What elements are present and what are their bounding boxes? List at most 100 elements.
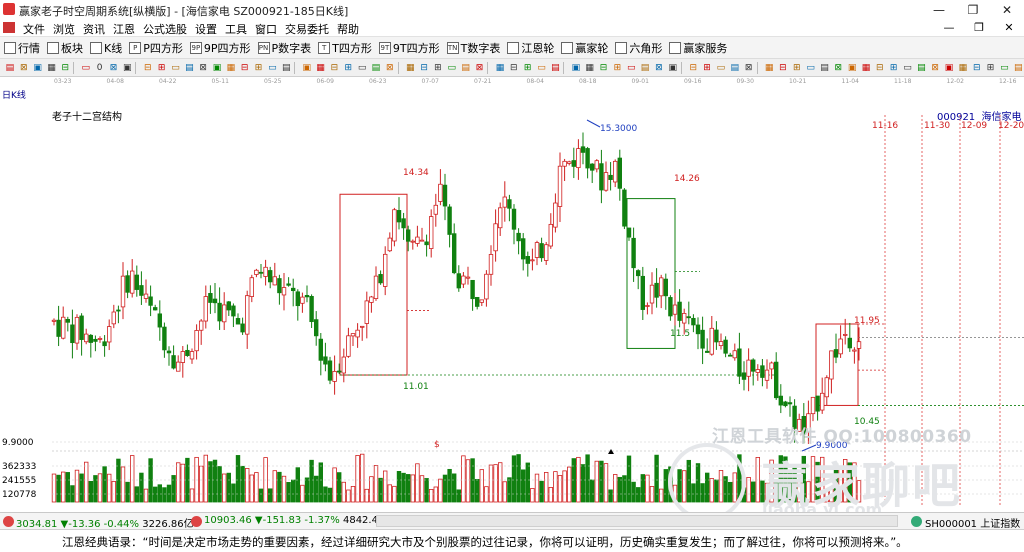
minimize-button[interactable]: — xyxy=(922,0,956,19)
draw-tool-layout-icon-49[interactable]: ▤ xyxy=(639,61,651,74)
draw-tool-ray-icon-60[interactable]: ⊟ xyxy=(777,61,789,74)
horizontal-scrollbar[interactable] xyxy=(376,515,898,527)
menu-item-8[interactable]: 交易委托 xyxy=(281,21,333,37)
draw-tool-rect-icon-6[interactable]: ▭ xyxy=(80,61,92,74)
draw-tool-channel-icon-54[interactable]: ⊞ xyxy=(701,61,713,74)
toolbar-button-11[interactable]: 六角形 xyxy=(615,40,662,56)
menu-item-0[interactable]: 文件 xyxy=(19,21,49,37)
toolbar-button-3[interactable]: P P四方形 xyxy=(129,40,183,56)
draw-tool-cursor-icon-51[interactable]: ▣ xyxy=(667,61,679,74)
draw-tool-channel-icon-40[interactable]: ⊞ xyxy=(522,61,534,74)
toolbar-button-1[interactable]: 板块 xyxy=(47,40,83,56)
draw-tool-channel-icon-19[interactable]: ⊞ xyxy=(253,61,265,74)
menu-item-7[interactable]: 窗口 xyxy=(251,21,281,37)
draw-tool-line-icon-38[interactable]: ▦ xyxy=(494,61,506,74)
draw-tool-channel-icon-47[interactable]: ⊞ xyxy=(611,61,623,74)
draw-tool-ray-icon-4[interactable]: ⊟ xyxy=(59,61,71,74)
toolbar-button-12[interactable]: 赢家服务 xyxy=(669,40,727,56)
draw-tool-layout-icon-77[interactable]: ▤ xyxy=(1012,61,1024,74)
draw-tool-channel-icon-33[interactable]: ⊞ xyxy=(432,61,444,74)
draw-tool-channel-icon-26[interactable]: ⊞ xyxy=(342,61,354,74)
draw-tool-ray-icon-74[interactable]: ⊟ xyxy=(971,61,983,74)
draw-tool-line-icon-59[interactable]: ▦ xyxy=(763,61,775,74)
draw-tool-ray-icon-32[interactable]: ⊟ xyxy=(418,61,430,74)
draw-tool-rect-icon-69[interactable]: ▭ xyxy=(902,61,914,74)
mdi-minimize-button[interactable]: — xyxy=(934,19,964,36)
draw-tool-cursor-icon-72[interactable]: ▣ xyxy=(943,61,955,74)
draw-tool-ray-icon-39[interactable]: ⊟ xyxy=(508,61,520,74)
draw-tool-rect-icon-48[interactable]: ▭ xyxy=(625,61,637,74)
menu-item-6[interactable]: 工具 xyxy=(221,21,251,37)
draw-tool-layout-icon-35[interactable]: ▤ xyxy=(460,61,472,74)
draw-tool-layout-icon-70[interactable]: ▤ xyxy=(915,61,927,74)
draw-tool-cursor-icon-65[interactable]: ▣ xyxy=(846,61,858,74)
draw-tool-crosshair-icon-64[interactable]: ⊠ xyxy=(832,61,844,74)
draw-tool-layout-icon-21[interactable]: ▤ xyxy=(280,61,292,74)
menu-item-5[interactable]: 设置 xyxy=(191,21,221,37)
draw-tool-ray-icon-11[interactable]: ⊟ xyxy=(142,61,154,74)
menu-item-2[interactable]: 资讯 xyxy=(79,21,109,37)
toolbar-button-0[interactable]: 行情 xyxy=(4,40,40,56)
draw-tool-rect-icon-34[interactable]: ▭ xyxy=(446,61,458,74)
draw-tool-line-icon-66[interactable]: ▦ xyxy=(860,61,872,74)
toolbar-button-4[interactable]: 9P 9P四方形 xyxy=(189,40,251,56)
draw-tool-layout-icon-0[interactable]: ▤ xyxy=(4,61,16,74)
menu-item-4[interactable]: 公式选股 xyxy=(139,21,191,37)
draw-tool-layout-icon-28[interactable]: ▤ xyxy=(370,61,382,74)
menu-item-3[interactable]: 江恩 xyxy=(109,21,139,37)
draw-tool-ray-icon-67[interactable]: ⊟ xyxy=(874,61,886,74)
draw-tool-line-icon-73[interactable]: ▦ xyxy=(957,61,969,74)
draw-tool-channel-icon-61[interactable]: ⊞ xyxy=(791,61,803,74)
draw-tool-crosshair-icon-29[interactable]: ⊠ xyxy=(384,61,396,74)
draw-tool-rect-icon-62[interactable]: ▭ xyxy=(805,61,817,74)
draw-tool-line-icon-31[interactable]: ▦ xyxy=(404,61,416,74)
draw-tool-rect-icon-27[interactable]: ▭ xyxy=(356,61,368,74)
draw-tool-ray-icon-25[interactable]: ⊟ xyxy=(328,61,340,74)
draw-tool-cursor-icon-23[interactable]: ▣ xyxy=(301,61,313,74)
draw-tool-crosshair-icon-1[interactable]: ⊠ xyxy=(18,61,30,74)
draw-tool-layout-icon-14[interactable]: ▤ xyxy=(183,61,195,74)
draw-tool-line-icon-45[interactable]: ▦ xyxy=(584,61,596,74)
draw-tool-line-icon-24[interactable]: ▦ xyxy=(315,61,327,74)
draw-tool-ray-icon-46[interactable]: ⊟ xyxy=(598,61,610,74)
draw-tool-crosshair-icon-71[interactable]: ⊠ xyxy=(929,61,941,74)
draw-tool-cursor-icon-9[interactable]: ▣ xyxy=(121,61,133,74)
draw-count[interactable]: 0 xyxy=(94,61,106,74)
sz-index-value[interactable]: 10903.46 ▼-151.83 -1.37% 4842.4 xyxy=(204,515,378,526)
draw-tool-channel-icon-75[interactable]: ⊞ xyxy=(985,61,997,74)
toolbar-button-6[interactable]: T T四方形 xyxy=(318,40,372,56)
draw-tool-rect-icon-76[interactable]: ▭ xyxy=(999,61,1011,74)
draw-tool-ray-icon-18[interactable]: ⊟ xyxy=(239,61,251,74)
toolbar-button-2[interactable]: K线 xyxy=(90,40,122,56)
draw-tool-crosshair-icon-50[interactable]: ⊠ xyxy=(653,61,665,74)
draw-tool-layout-icon-42[interactable]: ▤ xyxy=(549,61,561,74)
draw-tool-crosshair-icon-36[interactable]: ⊠ xyxy=(474,61,486,74)
draw-tool-crosshair-icon-15[interactable]: ⊠ xyxy=(197,61,209,74)
status-right-label[interactable]: SH000001 上证指数 xyxy=(925,515,1020,530)
draw-tool-line-icon-17[interactable]: ▦ xyxy=(225,61,237,74)
draw-tool-rect-icon-20[interactable]: ▭ xyxy=(266,61,278,74)
close-button[interactable]: ✕ xyxy=(990,0,1024,19)
draw-tool-layout-icon-56[interactable]: ▤ xyxy=(729,61,741,74)
draw-tool-line-icon-3[interactable]: ▦ xyxy=(46,61,58,74)
toolbar-button-8[interactable]: TN T数字表 xyxy=(446,40,500,56)
draw-tool-crosshair-icon-57[interactable]: ⊠ xyxy=(743,61,755,74)
menu-item-1[interactable]: 浏览 xyxy=(49,21,79,37)
draw-tool-layout-icon-63[interactable]: ▤ xyxy=(819,61,831,74)
draw-tool-cursor-icon-2[interactable]: ▣ xyxy=(32,61,44,74)
draw-tool-cursor-icon-44[interactable]: ▣ xyxy=(570,61,582,74)
maximize-button[interactable]: ❐ xyxy=(956,0,990,19)
toolbar-button-7[interactable]: 9T 9T四方形 xyxy=(378,40,440,56)
draw-tool-channel-icon-12[interactable]: ⊞ xyxy=(156,61,168,74)
mdi-maximize-button[interactable]: ❐ xyxy=(964,19,994,36)
draw-tool-crosshair-icon-8[interactable]: ⊠ xyxy=(108,61,120,74)
draw-tool-rect-icon-41[interactable]: ▭ xyxy=(536,61,548,74)
draw-tool-channel-icon-68[interactable]: ⊞ xyxy=(888,61,900,74)
mdi-close-button[interactable]: ✕ xyxy=(994,19,1024,36)
toolbar-button-10[interactable]: 赢家轮 xyxy=(561,40,608,56)
draw-tool-cursor-icon-16[interactable]: ▣ xyxy=(211,61,223,74)
draw-tool-rect-icon-55[interactable]: ▭ xyxy=(715,61,727,74)
sh-index-value[interactable]: 3034.81 ▼-13.36 -0.44% 3226.86亿 xyxy=(16,515,194,530)
menu-item-9[interactable]: 帮助 xyxy=(333,21,363,37)
draw-tool-rect-icon-13[interactable]: ▭ xyxy=(170,61,182,74)
